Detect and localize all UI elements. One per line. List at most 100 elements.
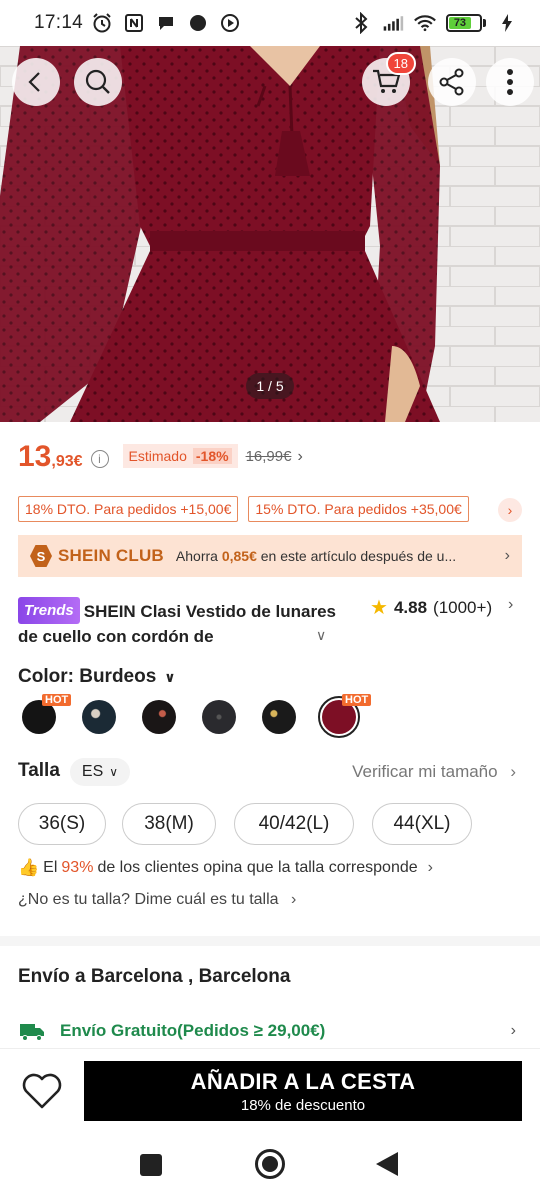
size-label: Talla [18,760,60,781]
verify-size-label: Verificar mi tamaño [352,762,498,781]
size-region-value: ES [81,763,104,780]
fit-percentage: 93% [61,859,94,876]
shein-club-banner[interactable]: S SHEIN CLUB Ahorra 0,85€ en este artícu… [18,535,522,577]
circle-icon [187,12,209,34]
size-option[interactable]: 44(XL) [372,803,472,845]
shipping-destination: Envío a Barcelona , Barcelona [18,966,291,987]
trends-badge: Trends [18,597,80,624]
estimated-price-badge[interactable]: Estimado -18% [122,444,238,468]
size-region-select[interactable]: ES ∨ [70,758,130,786]
coupon-item[interactable]: 15% DTO. Para pedidos +35,00€ [248,496,469,522]
back-icon[interactable] [376,1152,398,1176]
chevron-right-icon[interactable]: › [297,448,302,466]
image-pager: 1 / 5 [246,373,294,399]
club-name: SHEIN CLUB [58,546,164,565]
club-text-prefix: Ahorra [175,548,222,564]
battery-level: 73 [449,17,471,29]
price-decimal: ,93€ [51,453,83,470]
size-help-link[interactable]: ¿No es tu talla? Dime cuál es tu talla › [18,891,296,909]
rating-score: 4.88 [393,597,428,617]
more-vertical-icon [507,69,513,95]
color-swatch-floral-black[interactable] [142,700,176,734]
add-to-cart-discount: 18% de descuento [240,1096,366,1114]
wishlist-button[interactable] [20,1071,64,1111]
cart-count-badge: 18 [385,52,416,75]
chevron-down-icon: ∨ [109,765,119,779]
club-text-suffix: en este artículo después de u... [256,548,457,564]
chevron-right-icon: › [427,859,433,876]
nfc-icon [123,12,145,34]
bottom-action-bar: AÑADIR A LA CESTA 18% de descuento [0,1048,540,1132]
back-button[interactable] [12,58,60,106]
color-selector-label[interactable]: Color: Burdeos ∨ [18,666,176,688]
size-option[interactable]: 38(M) [122,803,216,845]
price-row: 13 ,93€ i Estimado -18% 16,99€ › [18,440,303,474]
share-button[interactable] [428,58,476,106]
cart-button[interactable]: 18 [362,52,416,106]
color-swatch-glitter-black[interactable] [202,700,236,734]
chevron-down-icon: ∨ [164,669,176,685]
fit-prefix: El [43,859,58,876]
estimated-label: Estimado [128,448,187,464]
status-left-icons [91,12,241,34]
add-to-cart-button[interactable]: AÑADIR A LA CESTA 18% de descuento [84,1061,522,1121]
color-swatch-floral-navy[interactable] [82,700,116,734]
rating[interactable]: ★ 4.88 (1000+) [370,595,492,620]
status-bar: 17:14 73 [0,0,540,46]
share-icon [439,68,464,96]
color-swatch-black-gold[interactable] [262,700,296,734]
chat-icon [155,12,177,34]
recents-icon[interactable] [140,1154,162,1176]
product-image[interactable]: 18 1 / 5 [0,46,540,422]
battery-icon: 73 [446,14,486,32]
product-title-block[interactable]: Trends SHEIN Clasi Vestido de lunares de … [18,597,338,649]
bluetooth-icon [350,12,372,34]
charging-icon [496,12,518,34]
chevron-down-icon[interactable]: ∨ [316,627,326,644]
size-option[interactable]: 36(S) [18,803,106,845]
coupon-list: 18% DTO. Para pedidos +15,00€ 15% DTO. P… [18,496,469,522]
chevron-right-icon[interactable]: › [511,1022,516,1040]
more-button[interactable] [486,58,534,106]
coupon-item[interactable]: 18% DTO. Para pedidos +15,00€ [18,496,239,522]
truck-icon [20,1024,44,1041]
chevron-right-icon: › [504,547,510,564]
fit-suffix: de los clientes opina que la talla corre… [97,859,418,876]
free-shipping-text: Envío Gratuito(Pedidos ≥ 29,00€) [60,1021,326,1040]
club-logo-icon: S [30,545,52,567]
system-navigation-bar [0,1132,540,1200]
free-shipping-row[interactable]: Envío Gratuito(Pedidos ≥ 29,00€) [18,1020,325,1042]
color-label: Color: [18,666,80,687]
price-integer: 13 [18,440,52,473]
wifi-icon [414,12,436,34]
size-help-text: ¿No es tu talla? Dime cuál es tu talla [18,891,279,908]
section-divider [0,936,540,946]
signal-icon [382,12,404,34]
chevron-right-icon[interactable]: › [508,596,513,614]
play-icon [219,12,241,34]
chevron-right-icon: › [291,891,297,908]
status-time: 17:14 [34,12,84,33]
club-savings-text: Ahorra 0,85€ en este artículo después de… [176,548,476,564]
search-icon [85,69,110,94]
search-button[interactable] [74,58,122,106]
verify-size-link[interactable]: Verificar mi tamaño › [352,762,516,782]
product-title: Trends SHEIN Clasi Vestido de lunares de … [18,597,338,649]
coupon-more-button[interactable]: › [498,498,522,522]
heart-icon [22,1073,62,1109]
hot-badge: HOT [42,694,72,706]
star-icon: ★ [370,597,388,619]
club-savings-amount: 0,85€ [221,548,257,564]
home-icon[interactable] [255,1149,285,1179]
size-option[interactable]: 40/42(L) [234,803,354,845]
chevron-right-icon: › [507,502,513,518]
review-count: (1000+) [433,597,493,617]
original-price: 16,99€ [245,448,292,465]
add-to-cart-label: AÑADIR A LA CESTA [190,1068,416,1094]
status-right-icons: 73 [350,12,518,34]
info-icon[interactable]: i [90,450,109,468]
size-fit-info[interactable]: 👍 El 93% de los clientes opina que la ta… [18,858,433,878]
chevron-right-icon: › [510,762,516,781]
thumbs-up-icon: 👍 [18,858,40,877]
chevron-left-icon [28,72,40,92]
